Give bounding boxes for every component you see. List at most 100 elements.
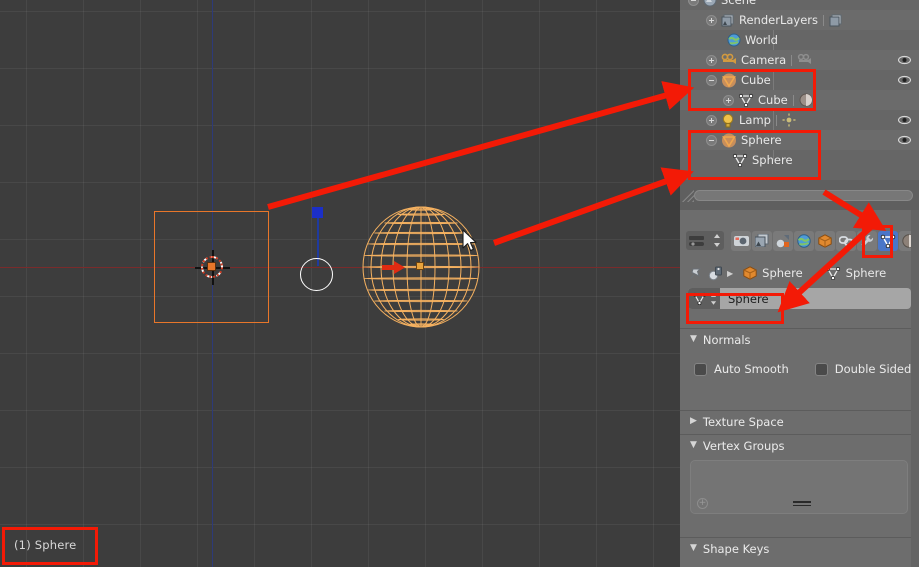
panel-title: Vertex Groups [702,438,785,453]
vertex-groups-list[interactable]: + [690,460,908,514]
scene-icon [703,0,717,7]
outliner-row-label: Cube [741,73,771,87]
lamp-object[interactable] [300,207,336,291]
renderlayer-icon[interactable] [829,13,843,27]
mesh-data-icon[interactable] [825,266,841,281]
outliner-row-world[interactable]: World [680,30,919,50]
outliner-row-label: RenderLayers [739,13,818,27]
tab-render-layers[interactable] [752,230,772,251]
outliner-row-camera[interactable]: Camera [680,50,919,70]
mesh-data-icon [738,93,754,108]
tab-scene[interactable] [773,230,793,251]
expander-icon[interactable] [723,94,734,106]
browse-id-icon[interactable] [708,266,723,281]
transform-arrow-icon[interactable] [382,261,406,274]
breadcrumb-data-name: Sphere [845,266,887,280]
outliner-row-renderlayers[interactable]: RenderLayers [680,10,919,30]
auto-smooth-label: Auto Smooth [714,362,789,376]
mesh-name-field[interactable]: Sphere [688,288,911,309]
scrollbar-thumb[interactable] [694,190,913,201]
properties-breadcrumb[interactable]: ▶ Sphere Sphere [680,262,919,284]
tab-object-data[interactable] [878,230,898,251]
lamp-data-icon[interactable] [782,113,796,127]
breadcrumb-chevron-icon: ▶ [727,268,734,278]
visibility-eye-icon[interactable] [897,75,912,85]
row-separator [823,14,824,26]
row-separator [791,54,793,66]
outliner-row-label: Scene [721,0,757,7]
breadcrumb-object-name: Sphere [762,266,803,280]
mesh-name-value: Sphere [728,291,769,306]
outliner-row-label: World [745,33,778,47]
outliner-row-label: Sphere [741,133,782,147]
blender-window: (1) Sphere Scene RenderLayers World Came… [0,0,919,567]
properties-vertical-scrollbar[interactable] [911,210,919,567]
outliner-row-scene[interactable]: Scene [680,0,919,10]
outliner-row-cube-mesh[interactable]: Cube [680,90,919,110]
active-object-label: (1) Sphere [14,538,77,552]
auto-smooth-checkbox[interactable] [694,362,707,376]
expander-icon[interactable] [706,74,717,86]
renderlayers-icon [721,13,735,27]
row-separator [792,94,794,106]
area-resize-grip-icon[interactable] [682,188,694,202]
x-axis-line [0,267,680,268]
row-separator [775,114,777,126]
expander-icon[interactable] [706,134,717,146]
outliner-row-label: Camera [741,53,787,67]
camera-icon [721,53,737,67]
cube-origin-point [207,262,216,271]
grip-icon[interactable] [793,501,811,507]
tab-render[interactable] [731,230,751,251]
outliner-row-cube-object[interactable]: Cube [680,70,919,90]
expander-icon[interactable] [706,114,717,126]
outliner-row-sphere-object[interactable]: Sphere [680,130,919,150]
double-sided-label: Double Sided [834,362,912,376]
world-icon [727,33,741,47]
panel-header-vertex-groups[interactable]: ▼ Vertex Groups [680,434,919,456]
cube-icon[interactable] [743,266,757,280]
expander-icon[interactable] [706,54,717,66]
camera-data-icon[interactable] [797,53,812,67]
tab-object[interactable] [815,230,835,251]
outliner-row-label: Cube [758,93,788,107]
mesh-data-icon [732,153,748,168]
plus-circle-icon[interactable]: + [697,498,708,509]
viewport-grid [0,0,680,567]
3d-viewport[interactable]: (1) Sphere [0,0,680,567]
tab-constraints[interactable] [836,230,856,251]
normals-checkbox-row: Auto Smooth Double Sided [680,360,919,378]
lamp-icon [721,113,735,128]
outliner-editor[interactable]: Scene RenderLayers World Camera Cube Cub… [680,0,919,180]
panel-title: Shape Keys [702,541,770,556]
outliner-row-lamp[interactable]: Lamp [680,110,919,130]
double-sided-checkbox[interactable] [814,362,828,376]
material-icon[interactable] [799,93,813,107]
panel-header-shape-keys[interactable]: ▼ Shape Keys [680,537,919,559]
outliner-horizontal-scrollbar[interactable] [680,180,919,210]
properties-editor[interactable]: ▶ Sphere Sphere Sphere ▼ Normals Auto Sm… [680,210,919,567]
expander-icon[interactable] [706,14,717,26]
outliner-row-label: Lamp [739,113,771,127]
panel-header-texture-space[interactable]: ▶ Texture Space [680,410,919,432]
panel-title: Texture Space [702,414,784,429]
outliner-row-sphere-mesh[interactable]: Sphere [680,150,919,170]
pin-icon[interactable] [688,266,703,281]
mesh-data-icon[interactable] [688,288,720,309]
sphere-origin-point [416,262,424,270]
expander-icon[interactable] [688,0,699,6]
chevron-right-icon: ▶ [690,416,697,426]
visibility-eye-icon[interactable] [897,135,912,145]
chevron-down-icon: ▼ [690,334,697,344]
panel-header-normals[interactable]: ▼ Normals [680,328,919,350]
chevron-down-icon: ▼ [690,543,697,553]
mouse-pointer-icon [462,229,478,253]
tab-world[interactable] [794,230,814,251]
panel-title: Normals [702,332,751,347]
properties-context-selector[interactable] [686,231,724,250]
tab-modifiers[interactable] [857,230,877,251]
chevron-down-icon: ▼ [690,440,697,450]
visibility-eye-icon[interactable] [897,55,912,65]
visibility-eye-icon[interactable] [897,115,912,125]
properties-tab-bar[interactable] [680,228,919,253]
